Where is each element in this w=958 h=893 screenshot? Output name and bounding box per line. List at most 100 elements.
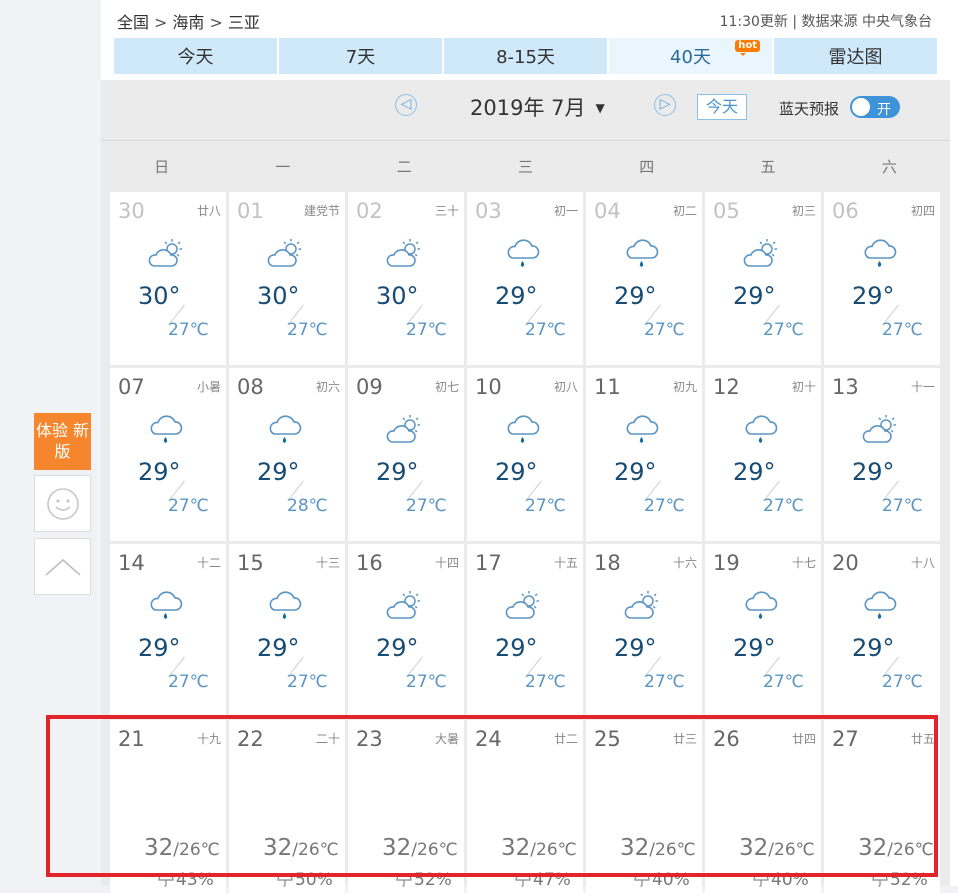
- low-temp: 27℃: [287, 320, 328, 340]
- breadcrumb-province[interactable]: 海南: [172, 13, 204, 32]
- rain-probability: 47%: [515, 870, 571, 890]
- update-info: 11:30更新 | 数据来源 中央气象台: [719, 14, 932, 30]
- day-cell[interactable]: 21 十九 32/26℃ 43%: [110, 720, 226, 893]
- day-cell[interactable]: 30 廿八 30° 27℃: [110, 192, 226, 365]
- low-temp: 27℃: [763, 320, 804, 340]
- next-month-button[interactable]: ▷: [654, 94, 676, 116]
- today-button[interactable]: 今天: [697, 94, 747, 120]
- calendar-toolbar: ◁ 2019年 7月 ▼ ▷ 今天 蓝天预报 开: [101, 80, 950, 141]
- low-temp: 27℃: [406, 496, 447, 516]
- low-temp: /26℃: [649, 840, 696, 860]
- day-cell[interactable]: 02 三十 30° 27℃: [348, 192, 464, 365]
- low-temp: 27℃: [406, 672, 447, 692]
- partly-cloudy-icon: [861, 414, 899, 446]
- day-cell[interactable]: 23 大暑 32/26℃ 52%: [348, 720, 464, 893]
- rain-value: 40%: [771, 870, 809, 890]
- tab-radar[interactable]: 雷达图: [774, 38, 937, 74]
- lunar-date: 廿五: [910, 732, 935, 746]
- low-temp: /26℃: [173, 840, 220, 860]
- umbrella-icon: [872, 870, 890, 890]
- lunar-date: 十四: [434, 556, 459, 570]
- day-number: 24: [475, 727, 502, 751]
- day-cell[interactable]: 18 十六 29° 27℃: [586, 544, 702, 717]
- day-cell[interactable]: 26 廿四 32/26℃ 40%: [705, 720, 821, 893]
- lunar-date: 廿三: [672, 732, 697, 746]
- lunar-date: 廿四: [791, 732, 816, 746]
- rain-cloud-icon: [504, 238, 542, 270]
- day-number: 07: [118, 375, 145, 399]
- high-temp: 29°: [733, 634, 776, 662]
- partly-cloudy-icon: [385, 238, 423, 270]
- lunar-date: 十一: [910, 380, 935, 394]
- tab-7-days[interactable]: 7天: [279, 38, 442, 74]
- low-temp: 27℃: [882, 672, 923, 692]
- lunar-date: 廿八: [196, 204, 221, 218]
- tab-label: 40天: [670, 47, 711, 68]
- day-cell[interactable]: 27 廿五 32/26℃ 52%: [824, 720, 940, 893]
- breadcrumb-country[interactable]: 全国: [117, 13, 149, 32]
- day-cell[interactable]: 15 十三 29° 27℃: [229, 544, 345, 717]
- day-cell[interactable]: 25 廿三 32/26℃ 40%: [586, 720, 702, 893]
- high-temp: 29°: [257, 458, 300, 486]
- day-cell[interactable]: 20 十八 29° 27℃: [824, 544, 940, 717]
- low-temp: 27℃: [763, 672, 804, 692]
- lunar-date: 廿二: [553, 732, 578, 746]
- high-temp: 30°: [257, 282, 300, 310]
- day-cell[interactable]: 08 初六 29° 28℃: [229, 368, 345, 541]
- toggle-label: 开: [877, 102, 891, 118]
- day-number: 01: [237, 199, 264, 223]
- rain-cloud-icon: [861, 238, 899, 270]
- day-cell[interactable]: 17 十五 29° 27℃: [467, 544, 583, 717]
- chevron-up-icon: [45, 558, 81, 576]
- day-cell[interactable]: 01 建党节 30° 27℃: [229, 192, 345, 365]
- day-cell[interactable]: 05 初三 29° 27℃: [705, 192, 821, 365]
- day-number: 23: [356, 727, 383, 751]
- day-number: 16: [356, 551, 383, 575]
- tab-8-15-days[interactable]: 8-15天: [444, 38, 607, 74]
- day-number: 08: [237, 375, 264, 399]
- weekday-fri: 五: [760, 158, 776, 176]
- high-temp: 29°: [614, 634, 657, 662]
- day-cell[interactable]: 19 十七 29° 27℃: [705, 544, 821, 717]
- day-cell[interactable]: 22 二十 32/26℃ 50%: [229, 720, 345, 893]
- lunar-date: 初八: [553, 380, 578, 394]
- blue-sky-toggle[interactable]: 开: [850, 96, 900, 118]
- low-temp: 27℃: [168, 496, 209, 516]
- high-temp: 29°: [495, 634, 538, 662]
- low-temp: 27℃: [644, 320, 685, 340]
- day-number: 02: [356, 199, 383, 223]
- day-cell[interactable]: 03 初一 29° 27℃: [467, 192, 583, 365]
- high-temp: 29°: [614, 282, 657, 310]
- day-cell[interactable]: 04 初二 29° 27℃: [586, 192, 702, 365]
- partly-cloudy-icon: [147, 238, 185, 270]
- day-cell[interactable]: 12 初十 29° 27℃: [705, 368, 821, 541]
- weekday-sat: 六: [881, 158, 897, 176]
- day-cell[interactable]: 06 初四 29° 27℃: [824, 192, 940, 365]
- feedback-button[interactable]: [34, 475, 91, 532]
- tab-today[interactable]: 今天: [114, 38, 277, 74]
- day-cell[interactable]: 07 小暑 29° 27℃: [110, 368, 226, 541]
- prev-month-button[interactable]: ◁: [395, 94, 417, 116]
- rain-cloud-icon: [861, 590, 899, 622]
- breadcrumb-separator: >: [154, 13, 168, 32]
- lunar-date: 十九: [196, 732, 221, 746]
- day-cell[interactable]: 13 十一 29° 27℃: [824, 368, 940, 541]
- new-version-button[interactable]: 体验 新版: [34, 413, 91, 470]
- day-cell[interactable]: 24 廿二 32/26℃ 47%: [467, 720, 583, 893]
- low-temp: 27℃: [525, 672, 566, 692]
- high-temp: 29°: [852, 282, 895, 310]
- high-temp: 29°: [495, 282, 538, 310]
- high-temp: 29°: [733, 282, 776, 310]
- low-temp: /26℃: [530, 840, 577, 860]
- back-to-top-button[interactable]: [34, 538, 91, 595]
- day-cell[interactable]: 14 十二 29° 27℃: [110, 544, 226, 717]
- day-number: 27: [832, 727, 859, 751]
- tab-40-days[interactable]: 40天 hot: [609, 38, 772, 74]
- day-cell[interactable]: 09 初七 29° 27℃: [348, 368, 464, 541]
- day-number: 15: [237, 551, 264, 575]
- day-cell[interactable]: 10 初八 29° 27℃: [467, 368, 583, 541]
- day-cell[interactable]: 16 十四 29° 27℃: [348, 544, 464, 717]
- chevron-down-icon: ▼: [595, 101, 605, 115]
- day-cell[interactable]: 11 初九 29° 27℃: [586, 368, 702, 541]
- month-selector[interactable]: 2019年 7月 ▼: [470, 92, 605, 122]
